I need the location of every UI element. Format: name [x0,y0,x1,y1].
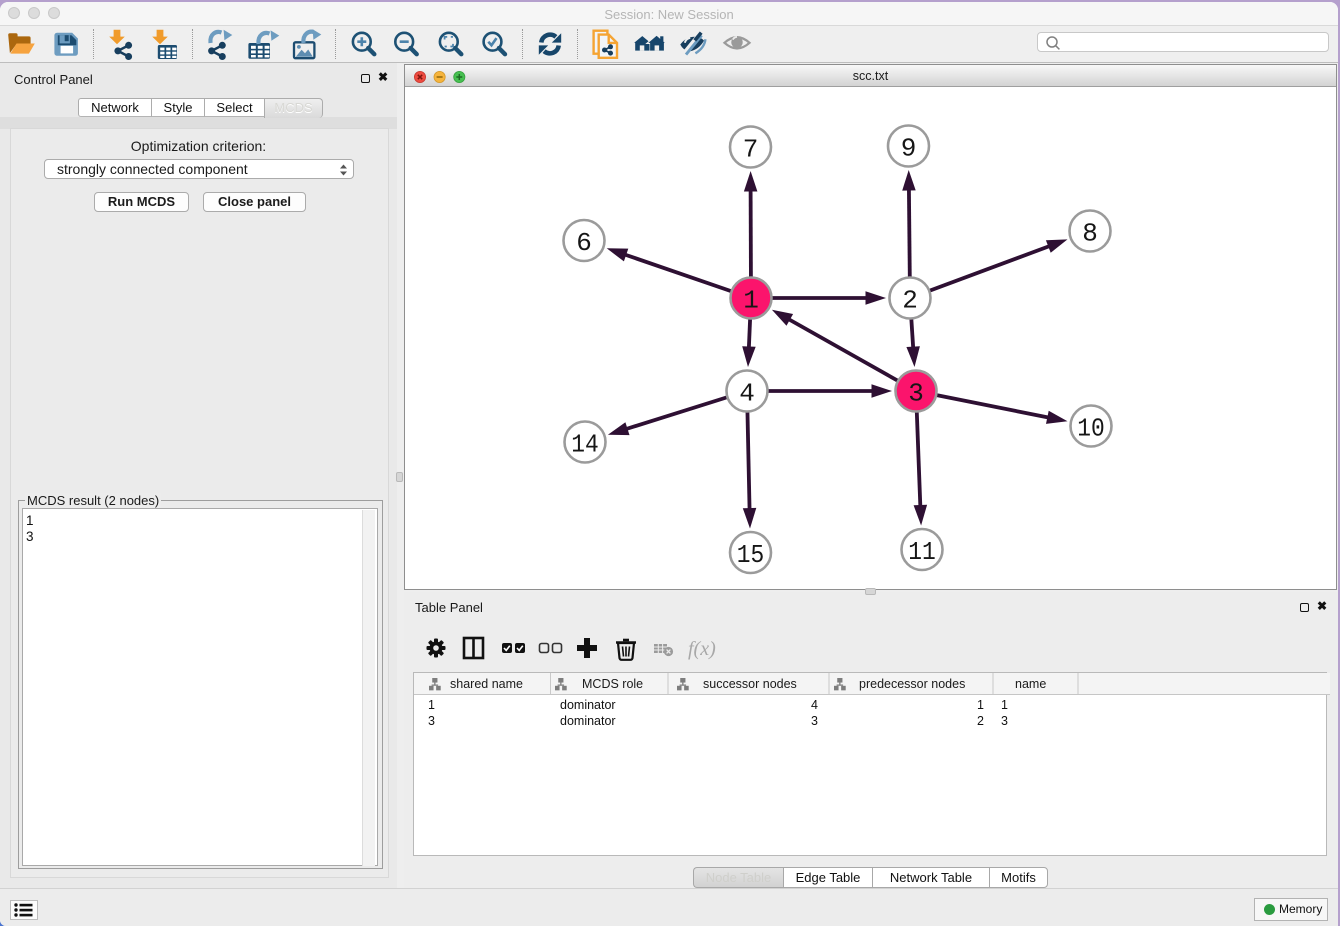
svg-text:MCDS role: MCDS role [582,677,643,691]
svg-text:dominator: dominator [560,714,616,728]
svg-text:2: 2 [902,286,918,316]
svg-text:10: 10 [1077,414,1105,444]
svg-text:predecessor nodes: predecessor nodes [859,677,965,691]
svg-text:3: 3 [1001,714,1008,728]
svg-text:f(x): f(x) [688,638,716,660]
svg-text:1: 1 [428,698,435,712]
svg-text:1: 1 [743,286,759,316]
svg-text:dominator: dominator [560,698,616,712]
svg-text:11: 11 [908,537,936,567]
svg-text:8: 8 [1082,219,1098,249]
svg-text:9: 9 [901,134,917,164]
svg-text:name: name [1015,677,1046,691]
svg-text:1: 1 [977,698,984,712]
svg-text:shared name: shared name [450,677,523,691]
svg-text:3: 3 [428,714,435,728]
svg-text:2: 2 [977,714,984,728]
svg-text:6: 6 [576,228,592,258]
svg-text:4: 4 [811,698,818,712]
svg-text:14: 14 [571,430,599,460]
svg-text:3: 3 [811,714,818,728]
svg-text:7: 7 [743,135,759,165]
svg-text:1: 1 [1001,698,1008,712]
svg-text:15: 15 [737,540,765,570]
svg-text:3: 3 [908,379,924,409]
svg-text:successor nodes: successor nodes [703,677,797,691]
svg-text:4: 4 [739,379,755,409]
